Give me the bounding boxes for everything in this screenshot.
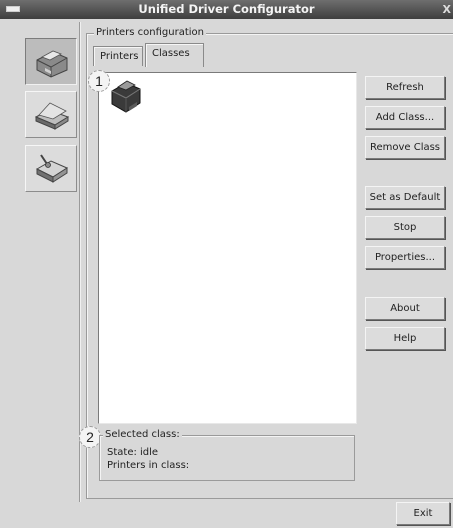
close-icon[interactable]: X [443,0,451,19]
exit-button[interactable]: Exit [396,502,450,525]
title-bar: Unified Driver Configurator X [0,0,453,19]
callout-2: 2 [79,426,101,448]
printer-icon [36,50,68,78]
class-list[interactable] [98,72,357,424]
sidebar-tool-scanners[interactable] [25,91,77,138]
set-as-default-button[interactable]: Set as Default [365,186,445,209]
callout-1: 1 [88,70,110,92]
refresh-button[interactable]: Refresh [365,76,445,99]
sidebar-tool-ports[interactable] [25,145,77,192]
printers-in-class: Printers in class: [107,460,190,471]
list-item[interactable] [109,77,143,115]
remove-class-button[interactable]: Remove Class [365,136,445,159]
sidebar-tool-printers[interactable] [25,38,77,85]
class-state: State: idle [107,447,159,458]
properties-button[interactable]: Properties... [365,246,445,269]
about-button[interactable]: About [365,297,445,320]
window-title: Unified Driver Configurator [138,2,315,16]
add-class-button[interactable]: Add Class... [365,106,445,129]
stop-button[interactable]: Stop [365,216,445,239]
window-menu-icon[interactable] [6,6,20,12]
scanner-icon [34,102,70,130]
port-icon [35,154,69,183]
selected-class-box [99,435,355,481]
tab-classes[interactable]: Classes [145,43,204,67]
selected-class-title: Selected class: [103,429,182,440]
group-title: Printers configuration [94,27,206,38]
tab-printers[interactable]: Printers [93,46,143,66]
help-button[interactable]: Help [365,327,445,350]
printer-class-icon [111,80,141,113]
